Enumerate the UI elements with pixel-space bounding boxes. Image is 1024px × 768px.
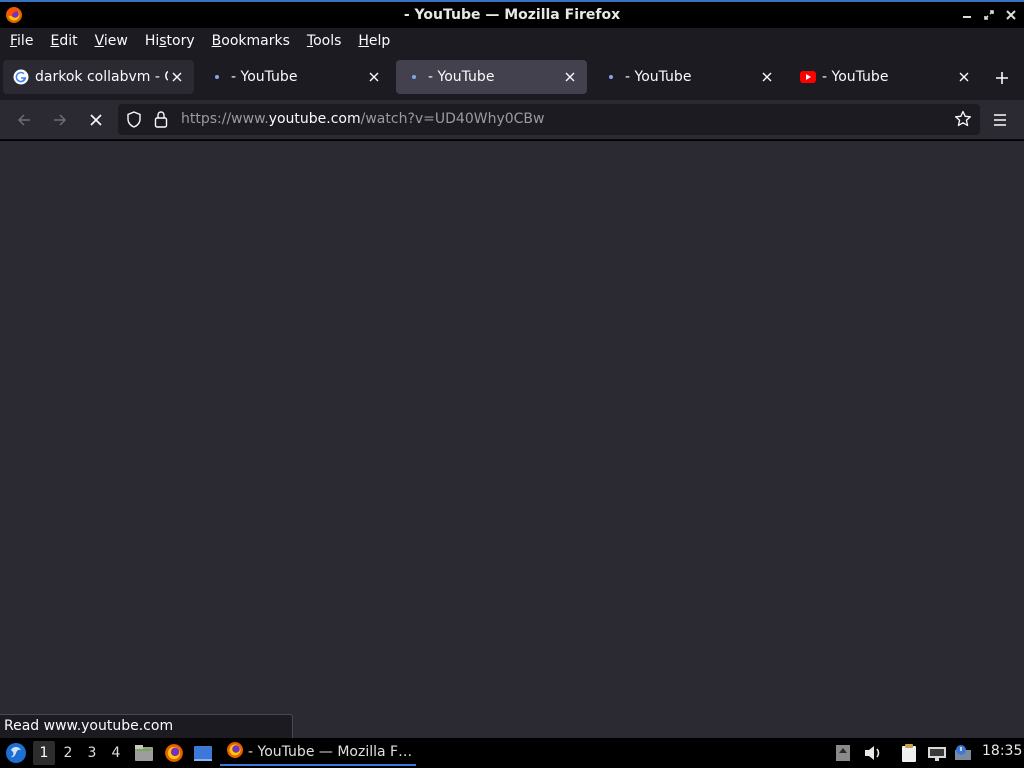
taskbar: 1 2 3 4 - YouTube — Mozilla F… 18:35 [0,738,1024,768]
file-manager-icon[interactable] [133,741,155,765]
window-titlebar[interactable]: - YouTube — Mozilla Firefox [0,0,1024,28]
clipboard-icon[interactable] [898,741,920,765]
menu-help[interactable]: Help [352,33,396,49]
close-tab-icon[interactable] [955,68,973,86]
status-panel: Read www.youtube.com [0,714,293,738]
clock: 18:35 [982,743,1023,759]
close-tab-icon[interactable] [758,68,776,86]
tab-youtube-5[interactable]: - YouTube [790,60,981,94]
tab-youtube-3[interactable]: - YouTube [396,60,587,94]
window-title: - YouTube — Mozilla Firefox [403,7,621,23]
menu-history[interactable]: History [139,33,201,49]
new-tab-plus-icon[interactable] [990,66,1014,90]
bookmark-star-icon[interactable] [954,110,972,132]
tab-label: - YouTube [625,69,692,85]
tracking-protection-shield-icon[interactable] [126,111,142,132]
menu-bar: File Edit View History Bookmarks Tools H… [0,28,1024,54]
taskbar-firefox-window[interactable]: - YouTube — Mozilla F… [220,740,416,766]
task-label: - YouTube — Mozilla F… [248,744,413,760]
back-arrow-icon[interactable] [12,108,36,132]
tab-youtube-4[interactable]: - YouTube [593,60,784,94]
tray-upload-icon[interactable] [834,741,852,765]
menu-bookmarks[interactable]: Bookmarks [206,33,296,49]
url-bar[interactable]: https://www.youtube.com/watch?v=UD40Why0… [118,104,980,135]
page-content[interactable] [0,141,1024,738]
tab-label: - YouTube [428,69,495,85]
network-icon[interactable] [926,741,948,765]
workspace-3[interactable]: 3 [81,741,103,765]
close-tab-icon[interactable] [365,68,383,86]
navigation-toolbar: https://www.youtube.com/watch?v=UD40Why0… [0,100,1024,140]
menu-file[interactable]: File [4,33,39,49]
menu-tools[interactable]: Tools [301,33,348,49]
workspace-2[interactable]: 2 [57,741,79,765]
tab-label: - YouTube [822,69,889,85]
menu-view[interactable]: View [89,33,134,49]
forward-arrow-icon[interactable] [48,108,72,132]
firefox-icon [226,741,244,763]
tab-strip: darkok collabvm - G - YouTube - YouTube … [0,54,1024,100]
tab-label: - YouTube [231,69,298,85]
close-tab-icon[interactable] [561,68,579,86]
desktop-icon[interactable] [192,741,214,765]
firefox-launcher-icon[interactable] [163,741,185,765]
restore-icon[interactable] [982,6,996,24]
url-text[interactable]: https://www.youtube.com/watch?v=UD40Why0… [181,111,544,127]
volume-icon[interactable] [862,741,884,765]
hamburger-menu-icon[interactable] [988,108,1012,132]
menu-edit[interactable]: Edit [44,33,83,49]
youtube-icon [800,69,816,85]
tab-label: darkok collabvm - G [35,69,168,85]
minimize-icon[interactable] [960,6,974,24]
close-window-icon[interactable] [1004,6,1018,24]
notification-icon[interactable] [952,741,974,765]
start-menu-icon[interactable] [4,741,28,765]
close-tab-icon[interactable] [168,68,186,86]
google-icon [13,69,29,85]
loading-dot-icon [603,69,619,85]
loading-dot-icon [209,69,225,85]
tab-youtube-2[interactable]: - YouTube [199,60,391,94]
workspace-1[interactable]: 1 [33,741,55,765]
tab-darkok[interactable]: darkok collabvm - G [3,60,194,94]
loading-dot-icon [406,69,422,85]
lock-icon[interactable] [154,110,168,132]
workspace-4[interactable]: 4 [105,741,127,765]
stop-loading-icon[interactable] [84,108,108,132]
firefox-icon [5,6,23,24]
